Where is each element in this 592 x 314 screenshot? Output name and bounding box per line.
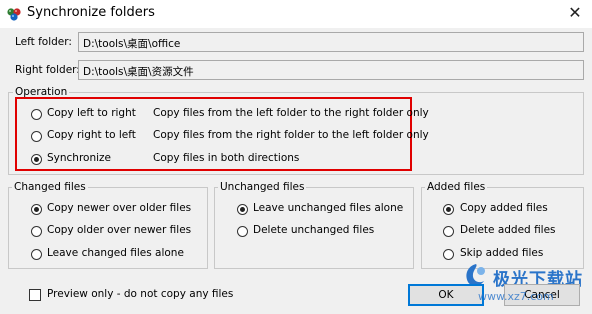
right-folder-label: Right folder: [15, 64, 80, 76]
radio-copy-older-over-newer[interactable] [31, 226, 42, 237]
radio-leave-changed-alone[interactable] [31, 249, 42, 260]
right-folder-field[interactable]: D:\tools\桌面\资源文件 [78, 60, 584, 80]
copy-added-label[interactable]: Copy added files [460, 202, 548, 214]
copy-older-over-newer-label[interactable]: Copy older over newer files [47, 224, 191, 236]
radio-copy-added[interactable] [443, 204, 454, 215]
option-copy-right-to-left-label[interactable]: Copy right to left [47, 129, 136, 141]
watermark-url: www.xz7.com [478, 290, 554, 303]
leave-unchanged-alone-label[interactable]: Leave unchanged files alone [253, 202, 403, 214]
option-copy-left-to-right-desc: Copy files from the left folder to the r… [153, 107, 429, 119]
left-folder-field[interactable]: D:\tools\桌面\office [78, 32, 584, 52]
option-copy-left-to-right-label[interactable]: Copy left to right [47, 107, 136, 119]
radio-copy-newer-over-older[interactable] [31, 204, 42, 215]
preview-checkbox[interactable] [29, 289, 41, 301]
option-synchronize-desc: Copy files in both directions [153, 152, 300, 164]
radio-synchronize[interactable] [31, 154, 42, 165]
close-icon[interactable]: ✕ [563, 2, 587, 24]
skip-added-label[interactable]: Skip added files [460, 247, 543, 259]
radio-copy-left-to-right[interactable] [31, 109, 42, 120]
option-copy-right-to-left-desc: Copy files from the right folder to the … [153, 129, 429, 141]
unchanged-files-title: Unchanged files [218, 181, 307, 193]
delete-unchanged-label[interactable]: Delete unchanged files [253, 224, 374, 236]
app-balls-icon [7, 8, 21, 21]
radio-skip-added[interactable] [443, 249, 454, 260]
preview-label[interactable]: Preview only - do not copy any files [47, 288, 233, 300]
radio-copy-right-to-left[interactable] [31, 131, 42, 142]
radio-delete-added[interactable] [443, 226, 454, 237]
radio-leave-unchanged-alone[interactable] [237, 204, 248, 215]
changed-files-title: Changed files [12, 181, 88, 193]
copy-newer-over-older-label[interactable]: Copy newer over older files [47, 202, 191, 214]
left-folder-label: Left folder: [15, 36, 72, 48]
window-title: Synchronize folders [27, 5, 155, 20]
radio-delete-unchanged[interactable] [237, 226, 248, 237]
added-files-title: Added files [425, 181, 488, 193]
option-synchronize-label[interactable]: Synchronize [47, 152, 111, 164]
delete-added-label[interactable]: Delete added files [460, 224, 556, 236]
leave-changed-alone-label[interactable]: Leave changed files alone [47, 247, 184, 259]
ok-button[interactable]: OK [408, 284, 484, 306]
